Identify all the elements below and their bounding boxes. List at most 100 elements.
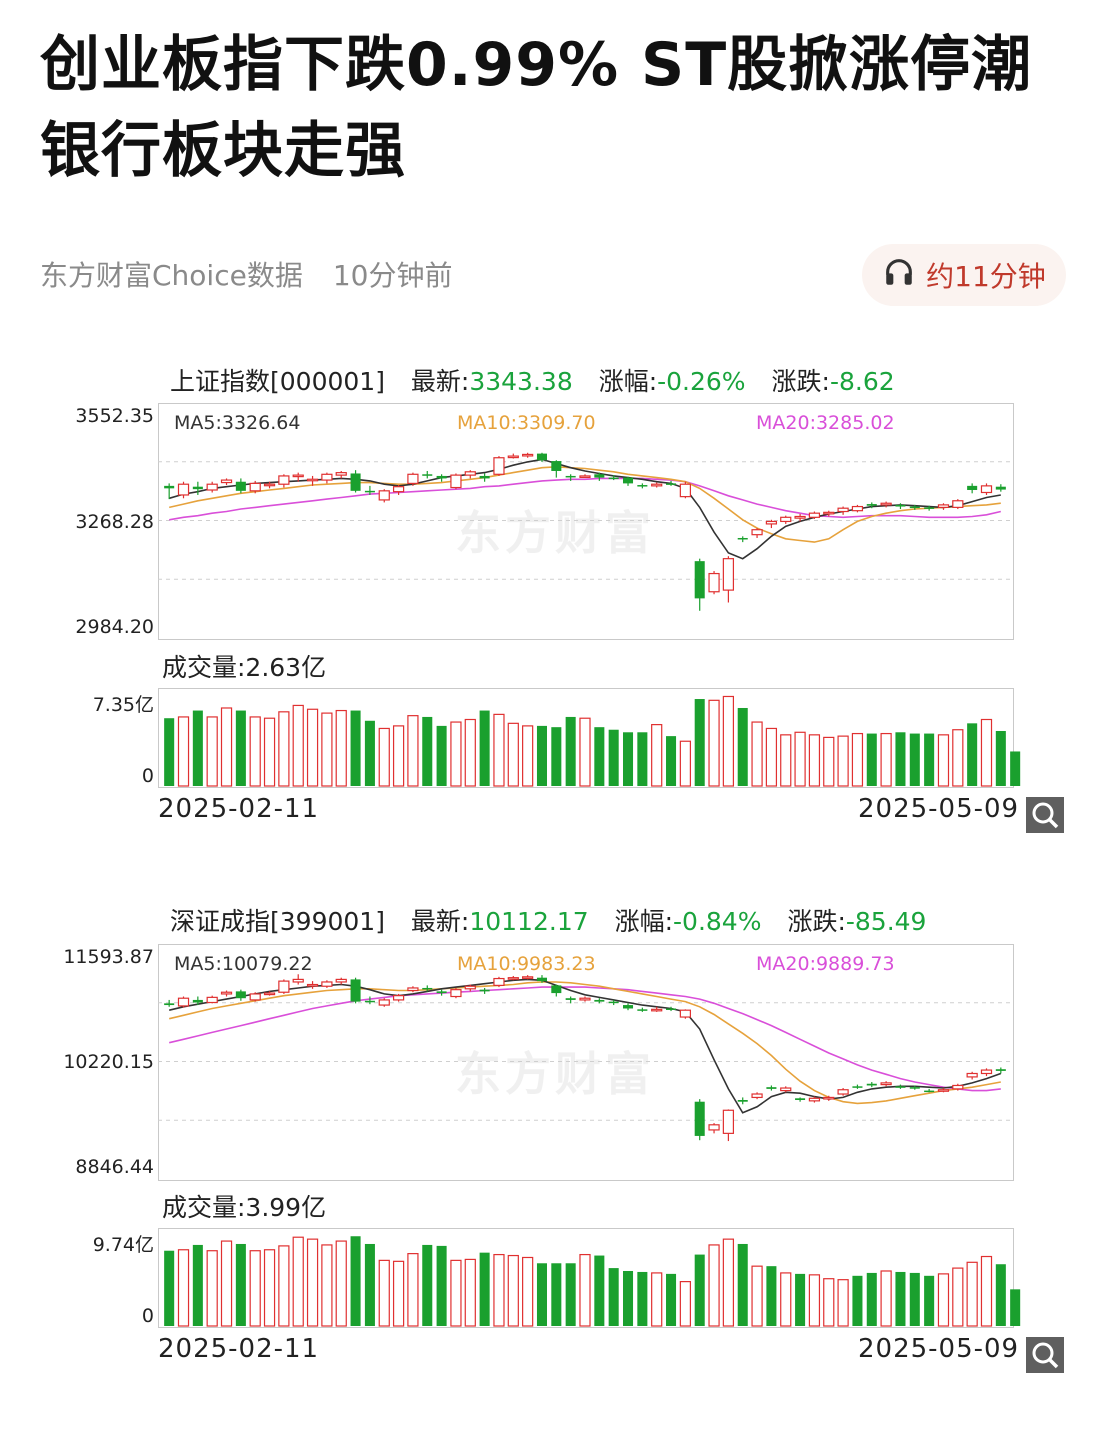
volume-bar bbox=[292, 1236, 304, 1327]
volume-bar bbox=[206, 716, 218, 787]
volume-bar bbox=[823, 1278, 835, 1327]
chart-drawing-layer bbox=[158, 452, 1021, 1327]
volume-bar bbox=[967, 723, 978, 786]
candle-body bbox=[164, 1003, 175, 1006]
candle-body bbox=[551, 985, 562, 994]
candle-body bbox=[980, 1069, 993, 1075]
candle-body bbox=[220, 991, 233, 995]
candle-body bbox=[306, 983, 319, 987]
volume-bar bbox=[350, 1236, 361, 1326]
candle-body bbox=[335, 472, 347, 476]
candle-body bbox=[679, 483, 691, 498]
volume-bar bbox=[522, 1256, 534, 1327]
candle-body bbox=[694, 561, 705, 599]
volume-bar bbox=[608, 1268, 619, 1326]
candle-body bbox=[306, 478, 319, 482]
volume-bar bbox=[565, 716, 576, 786]
volume-bar bbox=[795, 1273, 806, 1326]
volume-bar bbox=[1010, 1289, 1021, 1326]
candle-body bbox=[321, 981, 333, 987]
candle-body bbox=[551, 461, 562, 471]
candle-body bbox=[866, 504, 877, 506]
candle-body bbox=[823, 511, 835, 515]
volume-bar bbox=[924, 1275, 935, 1326]
candle-body bbox=[708, 572, 720, 593]
candle-body bbox=[422, 474, 433, 476]
candle-body bbox=[924, 507, 935, 509]
volume-bar bbox=[249, 716, 261, 787]
volume-bar bbox=[579, 717, 591, 787]
candle-body bbox=[493, 457, 505, 475]
candle-body bbox=[895, 504, 906, 507]
candle-body bbox=[235, 991, 246, 999]
candle-body bbox=[909, 506, 920, 509]
volume-bar bbox=[278, 1245, 290, 1327]
candle-body bbox=[980, 485, 993, 494]
volume-bar bbox=[637, 1271, 648, 1326]
candle-body bbox=[751, 1093, 763, 1099]
volume-bar bbox=[952, 1267, 964, 1327]
volume-bar bbox=[909, 1272, 920, 1326]
volume-bar bbox=[450, 721, 462, 787]
volume-bar bbox=[436, 725, 447, 786]
candle-body bbox=[192, 486, 203, 490]
candle-body bbox=[909, 1087, 920, 1089]
volume-bar bbox=[220, 707, 233, 787]
candle-body bbox=[795, 1098, 806, 1101]
volume-bar bbox=[594, 1255, 605, 1326]
candle-body bbox=[407, 473, 419, 484]
candle-body bbox=[565, 475, 576, 478]
volume-bar bbox=[551, 1263, 562, 1326]
candle-body bbox=[220, 479, 233, 484]
candle-body bbox=[479, 989, 490, 992]
candle-body bbox=[263, 992, 276, 996]
volume-bar bbox=[407, 1253, 419, 1327]
volume-bar bbox=[722, 1238, 735, 1327]
volume-bar bbox=[206, 1250, 218, 1327]
volume-bar bbox=[364, 1243, 375, 1326]
candle-body bbox=[350, 473, 361, 491]
candle-body bbox=[594, 999, 605, 1002]
volume-bar bbox=[493, 713, 505, 787]
volume-bar bbox=[507, 1254, 519, 1327]
candle-body bbox=[536, 453, 548, 461]
volume-bar bbox=[378, 1259, 390, 1327]
candle-body bbox=[278, 980, 290, 993]
volume-bar bbox=[565, 1263, 576, 1326]
candle-body bbox=[579, 475, 591, 479]
candle-body bbox=[765, 520, 778, 525]
candle-body bbox=[608, 477, 619, 480]
candle-body bbox=[995, 486, 1006, 490]
candle-body bbox=[966, 1072, 978, 1078]
volume-bar bbox=[880, 732, 892, 787]
volume-bar bbox=[164, 1250, 175, 1326]
candle-body bbox=[794, 515, 806, 519]
candle-body bbox=[937, 504, 950, 508]
volume-bar bbox=[937, 734, 950, 787]
volume-bar bbox=[837, 1279, 849, 1327]
candle-body bbox=[737, 537, 748, 540]
volume-bar bbox=[794, 731, 806, 787]
candle-body bbox=[321, 473, 333, 481]
candle-body bbox=[164, 485, 175, 489]
volume-bar bbox=[536, 725, 548, 786]
candle-body bbox=[780, 1087, 792, 1092]
candle-body bbox=[895, 1086, 906, 1088]
volume-bar bbox=[679, 1281, 691, 1327]
volume-bar bbox=[837, 735, 849, 787]
candle-body bbox=[507, 455, 519, 459]
candle-body bbox=[436, 991, 447, 994]
candle-body bbox=[967, 485, 978, 491]
candle-body bbox=[594, 474, 605, 478]
volume-bar bbox=[536, 1263, 548, 1326]
candle-body bbox=[679, 1009, 691, 1018]
volume-bar bbox=[808, 1274, 821, 1327]
volume-bar bbox=[679, 740, 691, 787]
volume-bar bbox=[851, 732, 864, 787]
volume-bar bbox=[666, 1273, 677, 1326]
candle-body bbox=[335, 978, 347, 983]
volume-bar bbox=[422, 716, 433, 786]
volume-bar bbox=[493, 1253, 505, 1327]
candle-body bbox=[608, 1001, 619, 1004]
candle-body bbox=[622, 477, 634, 484]
